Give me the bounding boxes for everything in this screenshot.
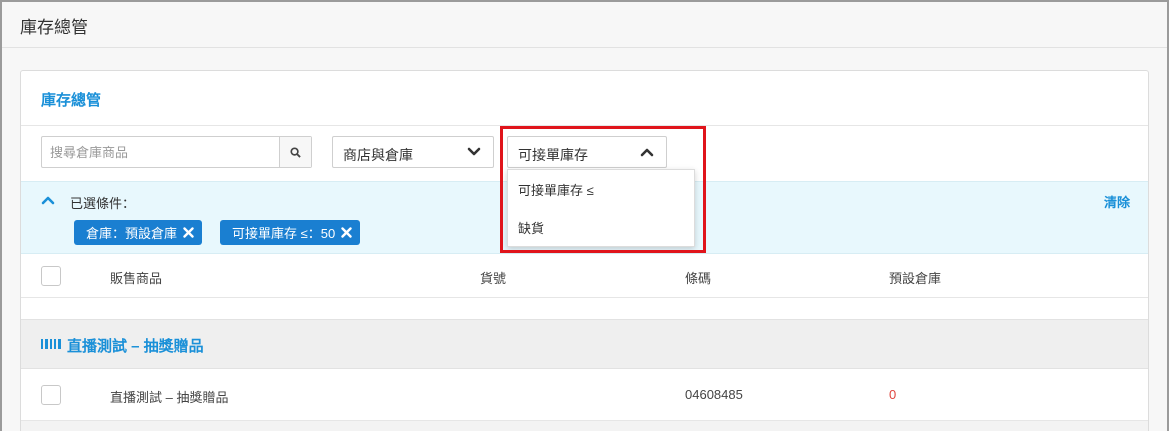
close-icon[interactable]: [183, 227, 194, 238]
product-group-title[interactable]: 直播測試 – 抽獎贈品: [67, 335, 204, 356]
divider: [21, 125, 1148, 126]
product-group-row: 直播測試 – 抽獎贈品: [21, 319, 1148, 369]
page-title: 庫存總管: [20, 18, 88, 37]
row-checkbox[interactable]: [41, 385, 61, 405]
available-stock-select[interactable]: 可接單庫存: [507, 136, 667, 168]
column-header-default-warehouse: 預設倉庫: [889, 271, 942, 286]
select-all-checkbox[interactable]: [41, 266, 61, 286]
filter-chip-stock: 可接單庫存 ≤：50: [220, 220, 361, 245]
barcode-icon: [41, 339, 61, 349]
table-spacer: [21, 298, 1148, 319]
cell-barcode: 04608485: [685, 387, 743, 402]
chip-label: 可接單庫存 ≤：50: [232, 226, 336, 241]
table-header: 販售商品 貨號 條碼 預設倉庫: [21, 254, 1148, 298]
inventory-panel: 庫存總管 商店與倉庫 可接單庫存: [20, 70, 1149, 431]
collapse-icon[interactable]: [41, 194, 55, 206]
column-header-sku: 貨號: [480, 271, 507, 286]
chip-label: 倉庫：預設倉庫: [86, 226, 178, 241]
dropdown-item-out-of-stock[interactable]: 缺貨: [518, 218, 544, 237]
bottom-strip: [21, 421, 1148, 431]
chevron-down-icon: [467, 147, 481, 156]
filter-chip-warehouse: 倉庫：預設倉庫: [74, 220, 203, 245]
search-input[interactable]: [42, 137, 281, 167]
clear-filters-link[interactable]: 清除: [1104, 192, 1130, 211]
column-header-product: 販售商品: [110, 271, 163, 286]
store-select-value: 商店與倉庫: [343, 147, 413, 163]
cell-product: 直播測試 – 抽獎贈品: [110, 390, 229, 405]
close-icon[interactable]: [341, 227, 352, 238]
panel-title: 庫存總管: [41, 92, 102, 109]
column-header-barcode: 條碼: [685, 271, 712, 286]
search-button[interactable]: [279, 137, 311, 167]
search-icon: [290, 146, 301, 158]
dropdown-item-stock-lte[interactable]: 可接單庫存 ≤: [518, 180, 594, 199]
page-header: 庫存總管: [2, 2, 1167, 48]
app-frame: 庫存總管 庫存總管 商店與倉庫 可: [0, 0, 1169, 431]
stock-dropdown-menu: 可接單庫存 ≤ 缺貨: [507, 169, 695, 247]
cell-default-warehouse-stock: 0: [889, 387, 897, 402]
search-box: [41, 136, 312, 168]
stock-select-value: 可接單庫存: [518, 147, 588, 163]
chevron-up-icon: [640, 148, 654, 157]
table-row: 直播測試 – 抽獎贈品 04608485 0: [21, 369, 1148, 421]
selected-filters-label: 已選條件：: [70, 196, 136, 211]
store-warehouse-select[interactable]: 商店與倉庫: [332, 136, 494, 168]
